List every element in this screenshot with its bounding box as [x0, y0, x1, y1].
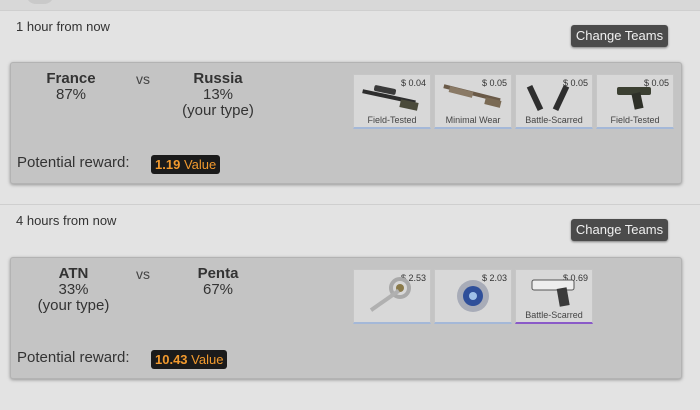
team-right[interactable]: Penta 67%: [183, 266, 253, 298]
sniper-rifle-icon: [362, 85, 419, 111]
item-card[interactable]: $ 0.04 Field-Tested: [353, 74, 431, 129]
item-wear: Minimal Wear: [445, 115, 501, 125]
pistol-icon: [617, 87, 651, 110]
change-teams-button[interactable]: Change Teams: [571, 219, 668, 241]
team-name: Russia: [193, 70, 243, 87]
reward-unit: Value: [191, 352, 224, 367]
vs-label: vs: [136, 71, 150, 87]
item-card[interactable]: $ 2.53: [353, 269, 431, 324]
team-left[interactable]: France 87%: [31, 71, 111, 103]
item-wear: Field-Tested: [367, 115, 417, 125]
item-wear: Battle-Scarred: [525, 115, 583, 125]
reward-unit: Value: [183, 157, 217, 172]
team-percent: 67%: [202, 281, 234, 298]
reward-amount: 10.43: [155, 352, 188, 367]
item-card[interactable]: $ 0.05 Field-Tested: [596, 74, 674, 129]
item-card[interactable]: $ 0.05 Battle-Scarred: [515, 74, 593, 129]
team-name: France: [46, 70, 96, 87]
team-percent: 33%: [58, 281, 89, 298]
match-time: 4 hours from now: [16, 213, 117, 228]
team-note: (your type): [37, 297, 110, 314]
reward-badge: 10.43 Value: [151, 350, 228, 369]
sticker-icon: [457, 280, 489, 312]
item-wear: Battle-Scarred: [525, 310, 583, 320]
item-card[interactable]: $ 0.05 Minimal Wear: [434, 74, 512, 129]
team-percent: 13%: [202, 86, 234, 103]
section-divider: [0, 204, 700, 205]
shotgun-icon: [443, 84, 502, 108]
dual-pistols-icon: [526, 84, 570, 112]
reward-label: Potential reward:: [17, 349, 130, 366]
top-tab: [26, 0, 54, 4]
reward-label: Potential reward:: [17, 154, 130, 171]
team-name: Penta: [197, 265, 239, 282]
reward-badge: 1.19 Value: [151, 155, 221, 174]
team-left[interactable]: ATN 33% (your type): [31, 266, 116, 314]
vs-label: vs: [136, 266, 150, 282]
team-name: ATN: [58, 265, 89, 282]
key-icon: [369, 277, 411, 312]
match-card: France 87% vs Russia 13% (your type) $ 0…: [10, 62, 682, 184]
item-wear: Field-Tested: [610, 115, 660, 125]
change-teams-button[interactable]: Change Teams: [571, 25, 668, 47]
reward-amount: 1.19: [155, 157, 181, 172]
item-card[interactable]: $ 2.03: [434, 269, 512, 324]
team-note: (your type): [182, 102, 254, 119]
match-time: 1 hour from now: [16, 19, 110, 34]
team-percent: 87%: [55, 86, 87, 103]
item-card[interactable]: $ 0.69 Battle-Scarred: [515, 269, 593, 324]
desert-eagle-icon: [531, 279, 575, 307]
top-strip: [0, 0, 700, 11]
match-card: ATN 33% (your type) vs Penta 67% $ 2.53 …: [10, 257, 682, 379]
team-right[interactable]: Russia 13% (your type): [173, 71, 263, 119]
